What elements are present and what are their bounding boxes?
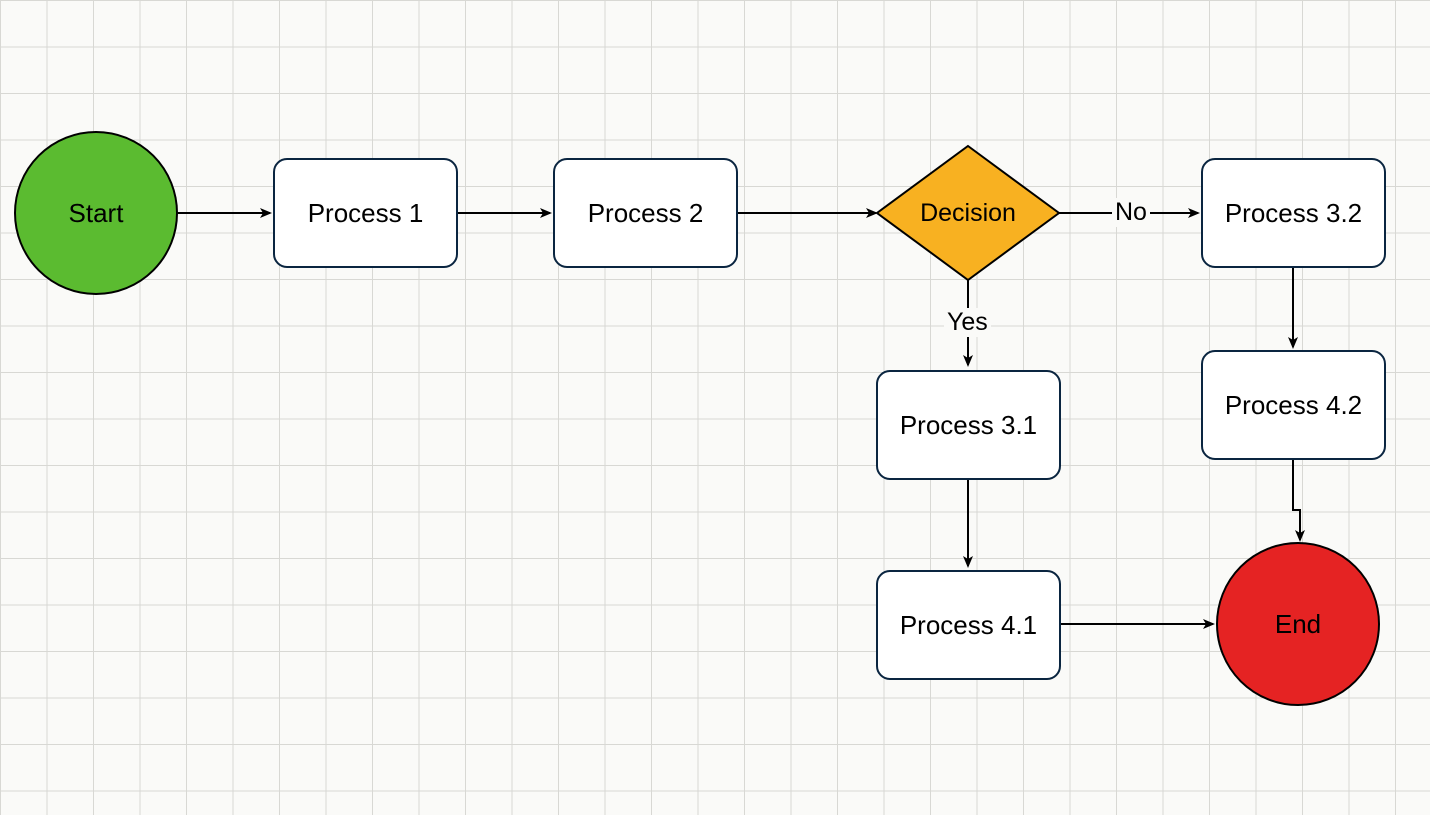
process-4-2-label: Process 4.2 bbox=[1225, 390, 1362, 421]
process-3-2-label: Process 3.2 bbox=[1225, 198, 1362, 229]
process-3-1-node[interactable]: Process 3.1 bbox=[876, 370, 1061, 480]
end-node[interactable]: End bbox=[1216, 542, 1380, 706]
process-1-node[interactable]: Process 1 bbox=[273, 158, 458, 268]
decision-node[interactable]: Decision bbox=[878, 146, 1058, 281]
process-4-2-node[interactable]: Process 4.2 bbox=[1201, 350, 1386, 460]
edge-no-label: No bbox=[1112, 198, 1150, 227]
process-2-node[interactable]: Process 2 bbox=[553, 158, 738, 268]
start-label: Start bbox=[69, 198, 124, 229]
process-1-label: Process 1 bbox=[308, 198, 424, 229]
end-label: End bbox=[1275, 609, 1321, 640]
start-node[interactable]: Start bbox=[14, 131, 178, 295]
process-2-label: Process 2 bbox=[588, 198, 704, 229]
process-3-2-node[interactable]: Process 3.2 bbox=[1201, 158, 1386, 268]
decision-label: Decision bbox=[920, 199, 1016, 228]
process-3-1-label: Process 3.1 bbox=[900, 410, 1037, 441]
process-4-1-node[interactable]: Process 4.1 bbox=[876, 570, 1061, 680]
process-4-1-label: Process 4.1 bbox=[900, 610, 1037, 641]
edge-yes-label: Yes bbox=[944, 308, 991, 337]
